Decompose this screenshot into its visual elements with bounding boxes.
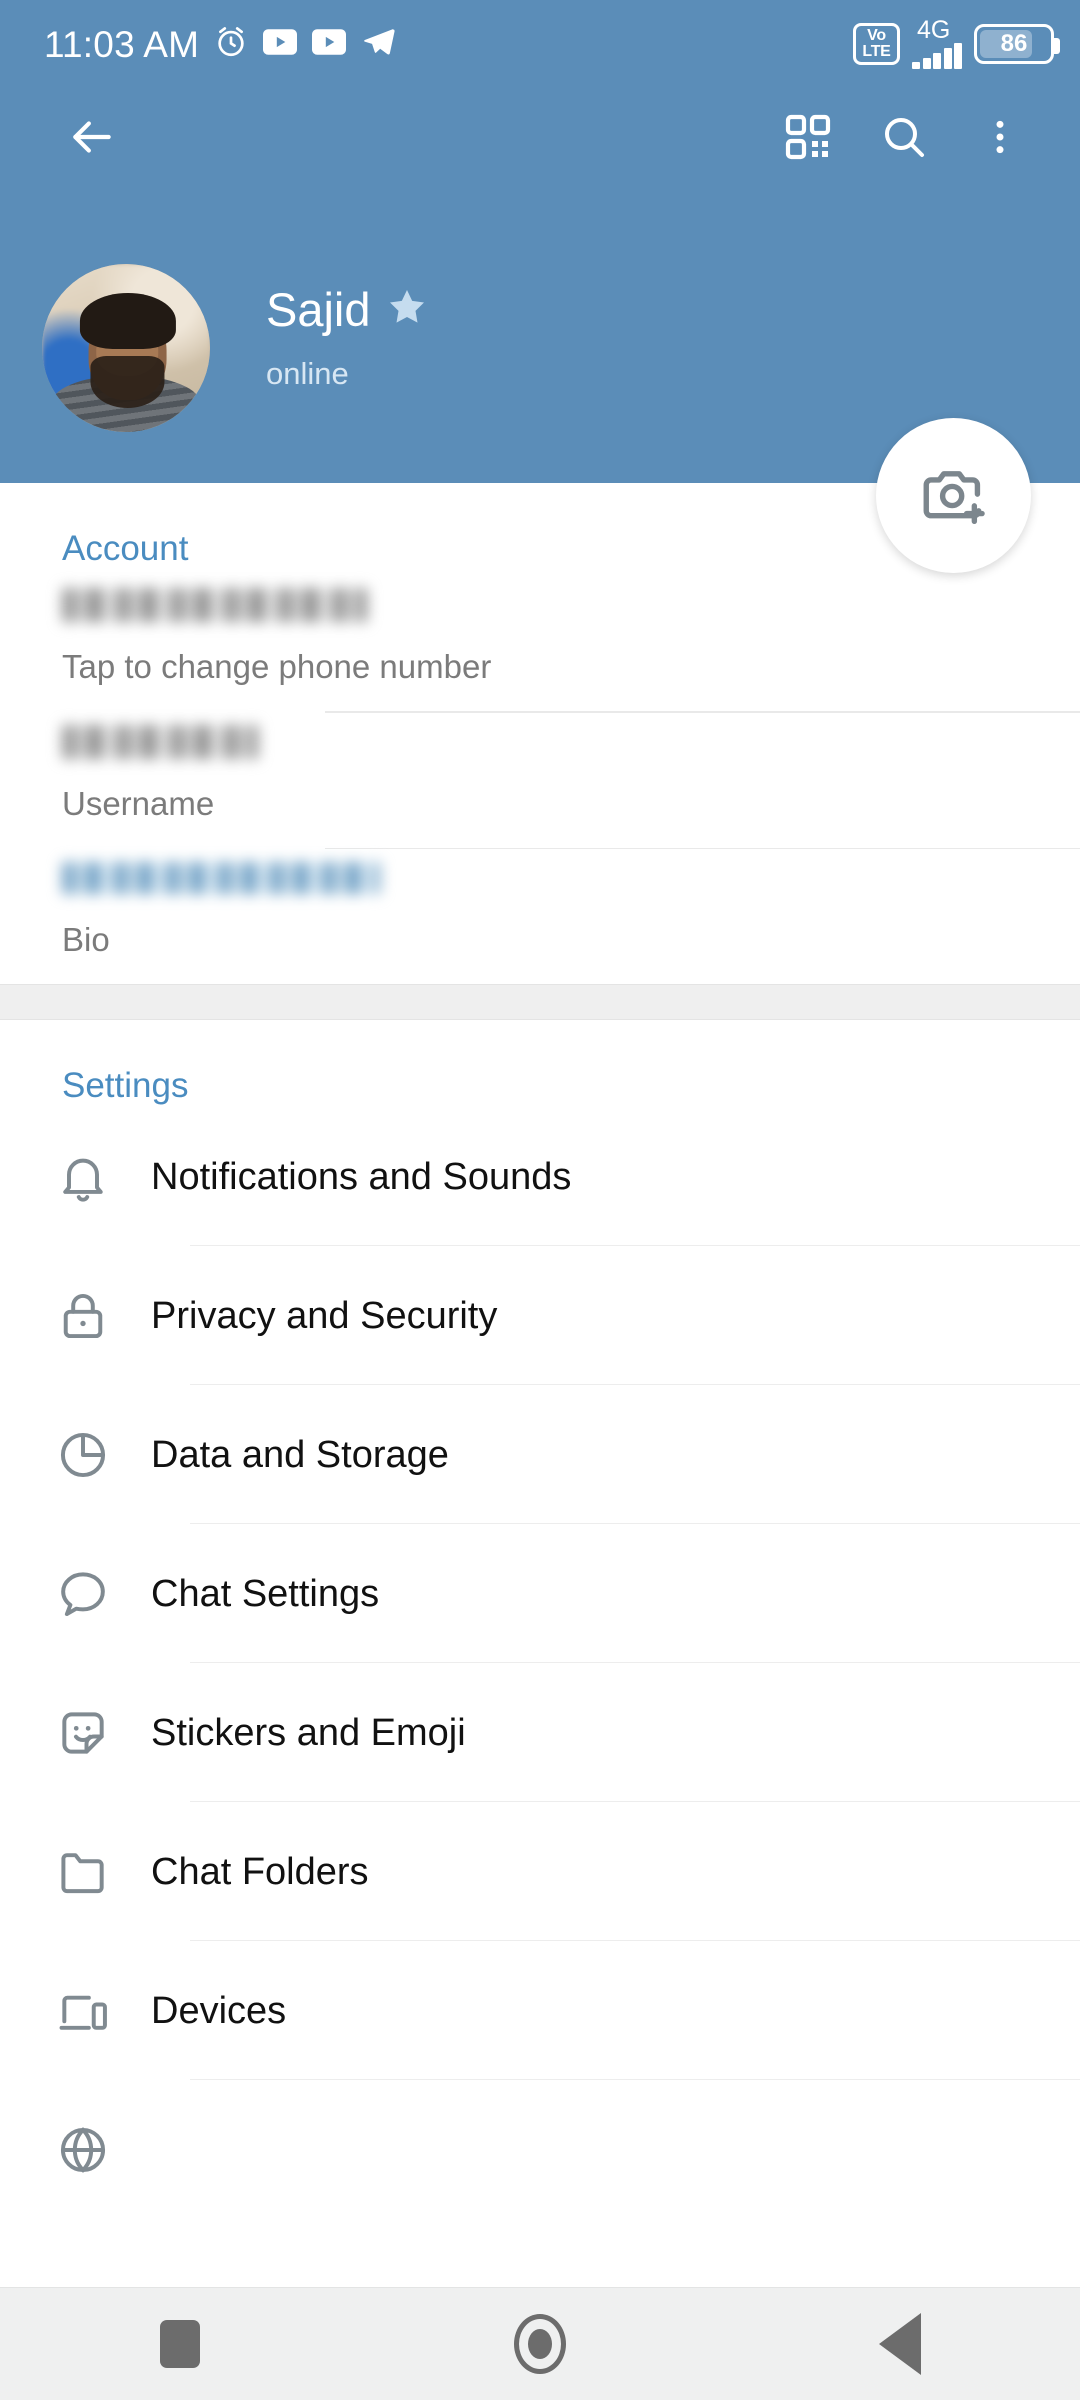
settings-item-stickers[interactable]: Stickers and Emoji [0, 1663, 1080, 1802]
profile-name-row: Sajid [266, 286, 427, 333]
settings-item-label: Data and Storage [151, 1433, 449, 1476]
bio-value [62, 849, 1080, 907]
status-time: 11:03 AM [44, 23, 200, 65]
youtube-icon [312, 28, 347, 60]
settings-item-notifications[interactable]: Notifications and Sounds [0, 1107, 1080, 1246]
settings-item-label: Privacy and Security [151, 1294, 498, 1337]
recents-square-icon[interactable] [110, 2288, 250, 2401]
youtube-icon [263, 28, 298, 60]
pie-chart-icon [55, 1427, 137, 1483]
chat-bubble-icon [55, 1566, 137, 1622]
settings-content: Account Tap to change phone number Usern… [0, 483, 1080, 2219]
settings-item-data-storage[interactable]: Data and Storage [0, 1385, 1080, 1524]
battery-level: 86 [1000, 30, 1028, 57]
section-separator [0, 984, 1080, 1020]
page-title: Sajid [266, 283, 371, 336]
settings-section: Settings Notifications and Sounds Privac… [0, 1020, 1080, 2219]
account-row-bio[interactable]: Bio [0, 849, 1080, 984]
settings-item-privacy[interactable]: Privacy and Security [0, 1246, 1080, 1385]
globe-icon [55, 2122, 137, 2178]
alarm-icon [214, 25, 248, 64]
phone-number-label: Tap to change phone number [62, 648, 492, 685]
status-bar-left: 11:03 AM [44, 25, 397, 64]
username-value [62, 713, 1080, 771]
sticker-icon [55, 1705, 137, 1761]
home-circle-icon[interactable] [470, 2288, 610, 2401]
back-triangle-icon[interactable] [830, 2288, 970, 2401]
back-arrow-icon[interactable] [44, 89, 140, 185]
settings-item-label: Stickers and Emoji [151, 1711, 466, 1754]
status-badge: online [266, 356, 349, 391]
status-bar-right: Vo LTE 4G 86 [853, 16, 1060, 69]
network-type-label: 4G [917, 16, 951, 45]
account-list: Tap to change phone number Username Bio [0, 566, 1080, 984]
account-row-username[interactable]: Username [0, 713, 1080, 849]
settings-item-label: Devices [151, 1989, 287, 2032]
app-bar [0, 88, 1080, 186]
add-photo-icon[interactable] [876, 418, 1031, 573]
lock-icon [55, 1288, 137, 1344]
android-nav-bar [0, 2287, 1080, 2400]
settings-item-chat-folders[interactable]: Chat Folders [0, 1802, 1080, 1941]
settings-item-label: Chat Folders [151, 1850, 369, 1893]
telegram-icon [361, 26, 397, 63]
devices-icon [55, 1983, 137, 2039]
bell-icon [55, 1149, 137, 1205]
phone-number-value [62, 576, 1080, 634]
folder-icon [55, 1844, 137, 1900]
username-label: Username [62, 784, 215, 822]
settings-item-language[interactable] [0, 2080, 1080, 2219]
status-bar: 11:03 AM Vo LTE 4G 86 [0, 0, 1080, 88]
volte-icon: Vo LTE [853, 23, 900, 65]
more-options-icon[interactable] [952, 89, 1048, 185]
search-icon[interactable] [856, 89, 952, 185]
settings-item-chat-settings[interactable]: Chat Settings [0, 1524, 1080, 1663]
qr-code-icon[interactable] [760, 89, 856, 185]
network-indicator: 4G [912, 16, 962, 69]
account-row-phone[interactable]: Tap to change phone number [0, 576, 1080, 713]
premium-star-icon [387, 287, 427, 332]
settings-item-label: Chat Settings [151, 1572, 380, 1615]
settings-item-devices[interactable]: Devices [0, 1941, 1080, 2080]
battery-icon: 86 [974, 24, 1060, 64]
settings-list: Notifications and Sounds Privacy and Sec… [0, 1103, 1080, 2219]
settings-section-title: Settings [62, 1066, 189, 1105]
bio-label: Bio [62, 921, 110, 958]
signal-bars-icon [912, 42, 962, 69]
settings-item-label: Notifications and Sounds [151, 1155, 572, 1198]
avatar[interactable] [42, 264, 210, 432]
